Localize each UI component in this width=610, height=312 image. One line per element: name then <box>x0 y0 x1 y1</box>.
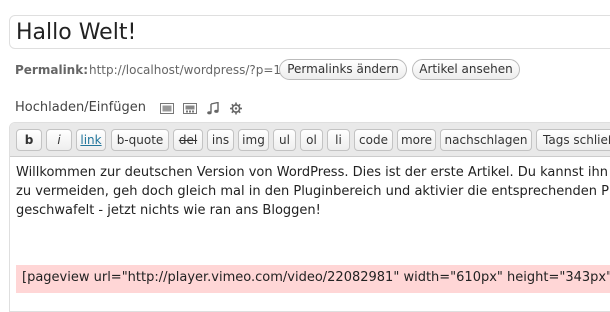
content-paragraph: Willkommen zur deutschen Version von Wor… <box>16 163 610 220</box>
li-button[interactable]: li <box>327 129 350 151</box>
ins-button[interactable]: ins <box>207 129 234 151</box>
permalink-url[interactable]: http://localhost/wordpress/?p=1 <box>89 63 281 77</box>
audio-icon[interactable] <box>206 102 220 115</box>
video-icon[interactable] <box>183 102 197 115</box>
content-line: geschwafelt - jetzt nichts wie ran ans B… <box>16 203 321 218</box>
post-title-text: Hallo Welt! <box>16 20 137 45</box>
media-gear-icon[interactable] <box>229 102 243 115</box>
quicktags-toolbar: b i link b-quote del ins img ul ol li co… <box>10 123 610 157</box>
post-editor: b i link b-quote del ins img ul ol li co… <box>9 122 610 312</box>
permalink-row: Permalink: http://localhost/wordpress/?p… <box>15 59 610 81</box>
more-button[interactable]: more <box>397 129 436 151</box>
change-permalink-button[interactable]: Permalinks ändern <box>279 59 407 80</box>
ol-button[interactable]: ol <box>300 129 323 151</box>
post-title-input[interactable]: Hallo Welt! <box>9 15 610 49</box>
close-tags-button[interactable]: Tags schließ <box>536 129 610 151</box>
del-button[interactable]: del <box>173 129 203 151</box>
view-post-button[interactable]: Artikel ansehen <box>412 59 520 80</box>
lookup-button[interactable]: nachschlagen <box>440 129 532 151</box>
content-line: Willkommen zur deutschen Version von Wor… <box>16 165 608 180</box>
ul-button[interactable]: ul <box>273 129 296 151</box>
link-button[interactable]: link <box>76 129 106 151</box>
italic-button[interactable]: i <box>46 129 72 151</box>
permalink-label: Permalink: <box>15 63 89 77</box>
shortcode-text: [pageview url="http://player.vimeo.com/v… <box>22 270 610 285</box>
img-button[interactable]: img <box>238 129 269 151</box>
code-button[interactable]: code <box>354 129 393 151</box>
shortcode-line-highlighted: [pageview url="http://player.vimeo.com/v… <box>16 265 610 293</box>
content-line: zu vermeiden, geh doch gleich mal in den… <box>16 184 609 199</box>
image-icon[interactable] <box>160 102 174 115</box>
bold-button[interactable]: b <box>16 129 42 151</box>
editor-textarea[interactable]: Willkommen zur deutschen Version von Wor… <box>16 163 610 293</box>
media-upload-label: Hochladen/Einfügen <box>15 100 146 115</box>
media-upload-row: Hochladen/Einfügen <box>15 100 275 118</box>
blockquote-button[interactable]: b-quote <box>111 129 169 151</box>
